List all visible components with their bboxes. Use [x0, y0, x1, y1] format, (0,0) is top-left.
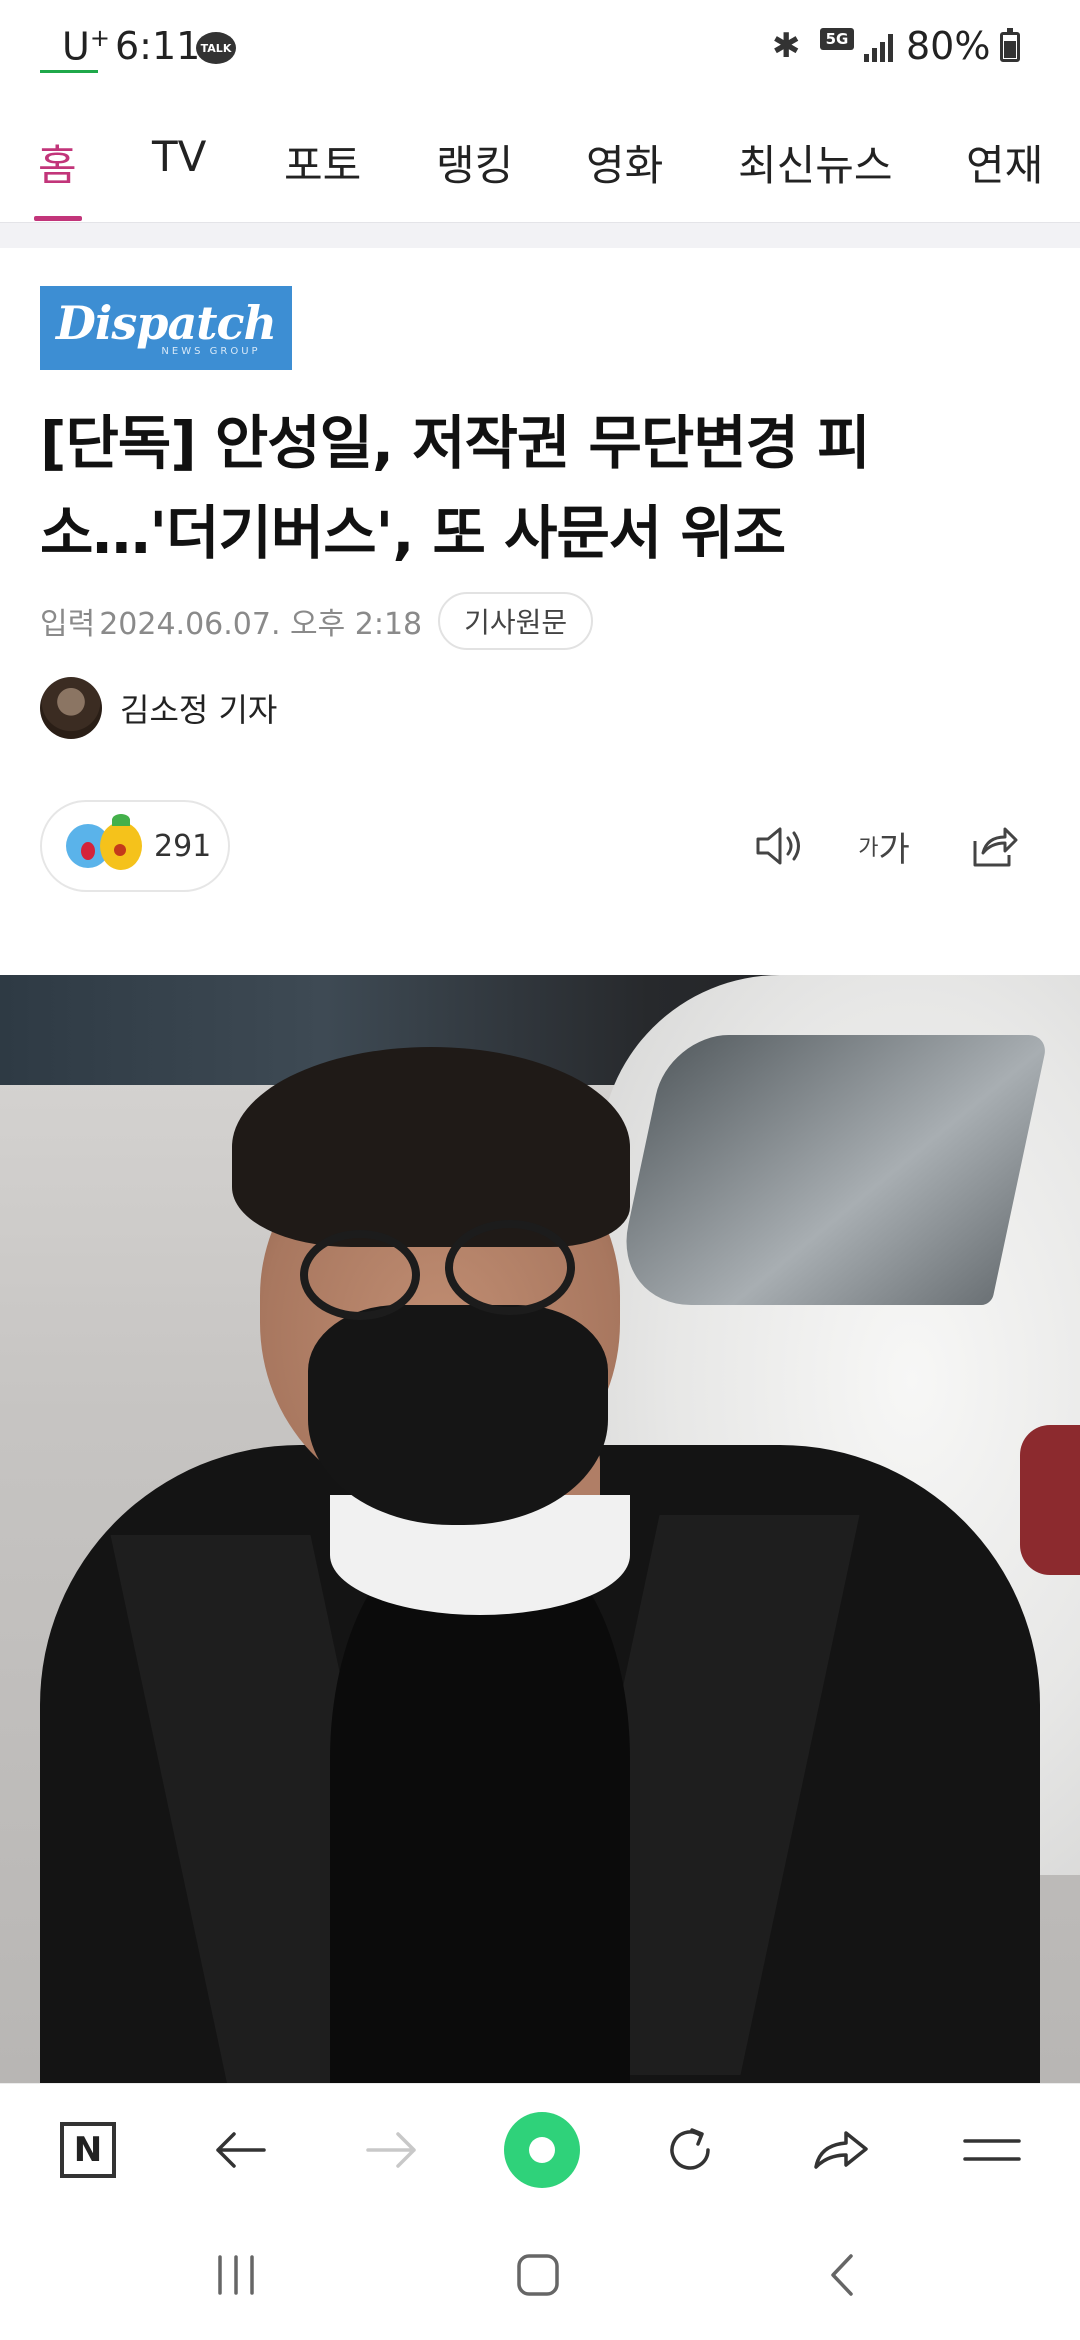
- signal-icon: [864, 30, 894, 62]
- shocked-emoji-icon: [100, 814, 142, 870]
- reporter-info[interactable]: 김소정 기자: [40, 676, 277, 740]
- reaction-count: 291: [154, 828, 212, 864]
- status-bar: U+ 6:11 TALK ✱ 5G 80%: [0, 0, 1080, 100]
- naver-home-icon[interactable]: N: [50, 2112, 126, 2188]
- browser-toolbar: N: [0, 2083, 1080, 2213]
- press-logo-text: Dispatch: [56, 296, 277, 350]
- forward-arrow-icon[interactable]: [354, 2112, 430, 2188]
- reporter-name: 김소정 기자: [120, 691, 278, 729]
- kakaotalk-notification-icon: TALK: [196, 32, 236, 64]
- press-logo[interactable]: Dispatch NEWS GROUP: [40, 286, 292, 370]
- recent-apps-icon[interactable]: [196, 2245, 276, 2305]
- tab-latest-news[interactable]: 최신뉴스: [738, 132, 893, 193]
- green-dot-icon[interactable]: [504, 2112, 580, 2188]
- tab-home[interactable]: 홈: [38, 132, 77, 193]
- clock: 6:11: [115, 24, 201, 68]
- original-article-button[interactable]: 기사원문: [438, 592, 594, 650]
- tab-photo[interactable]: 포토: [284, 132, 361, 193]
- tab-movie[interactable]: 영화: [586, 132, 663, 193]
- menu-icon[interactable]: [954, 2112, 1030, 2188]
- active-tab-indicator: [34, 216, 82, 221]
- share-icon[interactable]: [962, 814, 1026, 878]
- back-arrow-icon[interactable]: [202, 2112, 278, 2188]
- article-photo: [0, 975, 1080, 2083]
- article-headline: [단독] 안성일, 저작권 무단변경 피 소…'더기버스', 또 사문서 위조: [40, 409, 870, 567]
- tab-ranking[interactable]: 랭킹: [436, 132, 513, 193]
- section-divider: [0, 222, 1080, 248]
- speaker-icon[interactable]: [748, 814, 812, 878]
- battery-percentage: 80%: [906, 24, 991, 68]
- carrier-underline: [40, 70, 98, 73]
- reload-icon[interactable]: [652, 2112, 728, 2188]
- tab-tv[interactable]: TV: [152, 132, 206, 181]
- system-navigation-bar: [0, 2213, 1080, 2340]
- bluetooth-icon: ✱: [772, 26, 801, 66]
- published-label: 입력: [40, 607, 96, 642]
- tab-series[interactable]: 연재: [966, 132, 1043, 193]
- reporter-avatar: [40, 677, 102, 739]
- network-type-icon: 5G: [820, 28, 854, 50]
- font-size-icon[interactable]: 가가: [852, 814, 916, 878]
- battery-icon: [1000, 28, 1020, 62]
- carrier-label: U+: [62, 24, 110, 69]
- section-tabs: 홈 TV 포토 랭킹 영화 최신뉴스 연재: [0, 112, 1080, 224]
- home-icon[interactable]: [498, 2245, 578, 2305]
- press-logo-subtext: NEWS GROUP: [161, 346, 261, 357]
- published-date: 2024.06.07. 오후 2:18: [99, 607, 423, 642]
- back-icon[interactable]: [802, 2245, 882, 2305]
- reaction-button[interactable]: 291: [40, 800, 230, 892]
- share-arrow-icon[interactable]: [802, 2112, 878, 2188]
- article-meta: 입력 2024.06.07. 오후 2:18 기사원문: [40, 592, 594, 650]
